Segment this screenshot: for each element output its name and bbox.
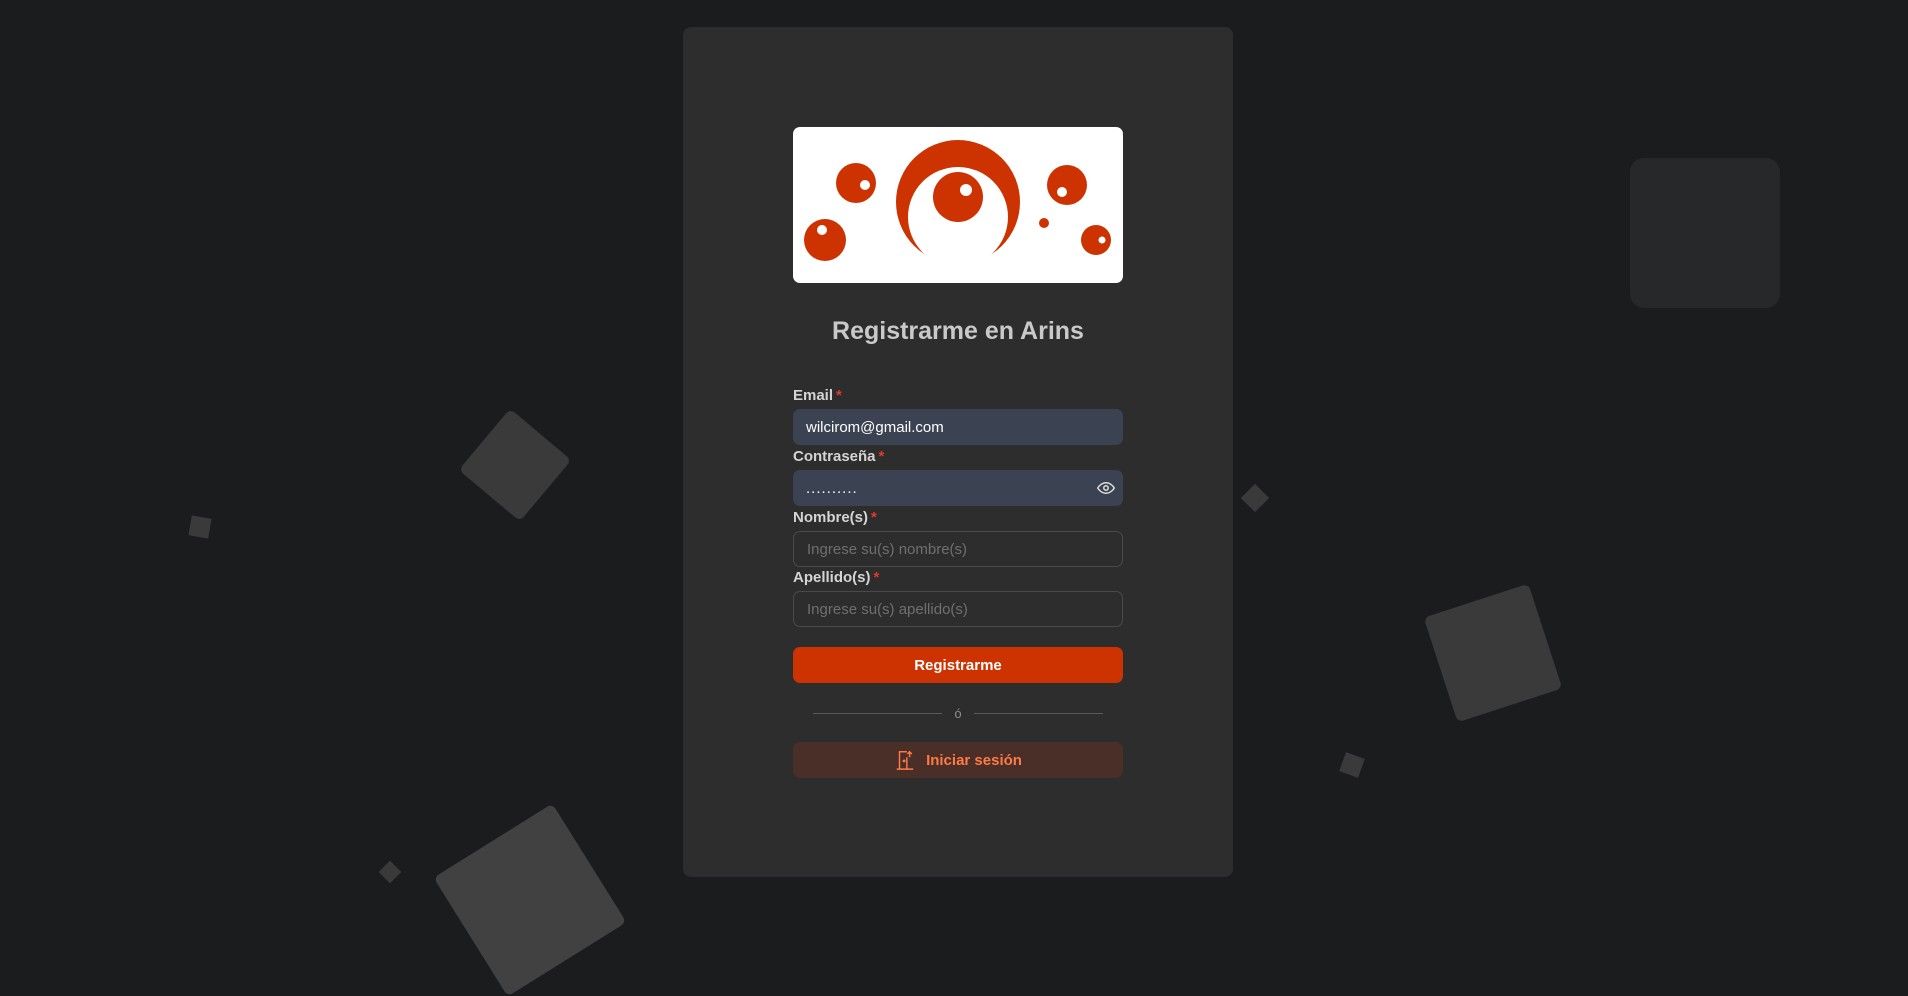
divider-text: ó — [954, 705, 962, 721]
decorative-square — [433, 803, 627, 996]
last-name-field[interactable] — [794, 592, 1122, 626]
page-title: Registrarme en Arins — [832, 317, 1084, 345]
required-mark: * — [836, 387, 842, 404]
decorative-square — [378, 860, 402, 884]
login-button-label: Iniciar sesión — [926, 751, 1022, 769]
divider-line — [973, 712, 1104, 714]
password-label: Contraseña * — [793, 448, 884, 465]
arins-logo — [793, 127, 1123, 283]
email-field[interactable] — [793, 409, 1123, 445]
decorative-square — [1423, 583, 1563, 723]
first-name-label-text: Nombre(s) — [793, 509, 869, 526]
first-name-field[interactable] — [794, 532, 1122, 566]
decorative-square — [1240, 483, 1270, 513]
divider: ó — [813, 703, 1104, 723]
door-enter-icon — [896, 750, 914, 770]
decorative-square — [1339, 752, 1365, 778]
last-name-label: Apellido(s) * — [793, 569, 879, 586]
required-mark: * — [878, 448, 885, 465]
first-name-label: Nombre(s) * — [793, 509, 877, 526]
eye-icon[interactable] — [1096, 479, 1116, 497]
register-button[interactable]: Registrarme — [793, 647, 1123, 683]
password-label-text: Contraseña — [793, 448, 876, 465]
decorative-square — [188, 515, 212, 539]
decorative-square — [458, 408, 572, 522]
first-name-field-wrapper — [793, 531, 1123, 567]
password-field[interactable] — [793, 470, 1123, 506]
last-name-field-wrapper — [793, 591, 1123, 627]
register-card: Registrarme en Arins Email* Contraseña* … — [683, 27, 1233, 877]
decorative-square — [1630, 158, 1780, 308]
email-field-wrapper — [793, 409, 1123, 445]
required-mark: * — [873, 569, 880, 586]
login-button[interactable]: Iniciar sesión — [793, 742, 1123, 778]
logo-graphic — [804, 140, 1111, 267]
email-label-text: Email — [793, 387, 834, 404]
email-label: Email * — [793, 387, 842, 404]
last-name-label-text: Apellido(s) — [793, 569, 871, 586]
required-mark: * — [871, 509, 877, 526]
password-field-wrapper — [793, 470, 1123, 506]
divider-line — [813, 712, 943, 714]
